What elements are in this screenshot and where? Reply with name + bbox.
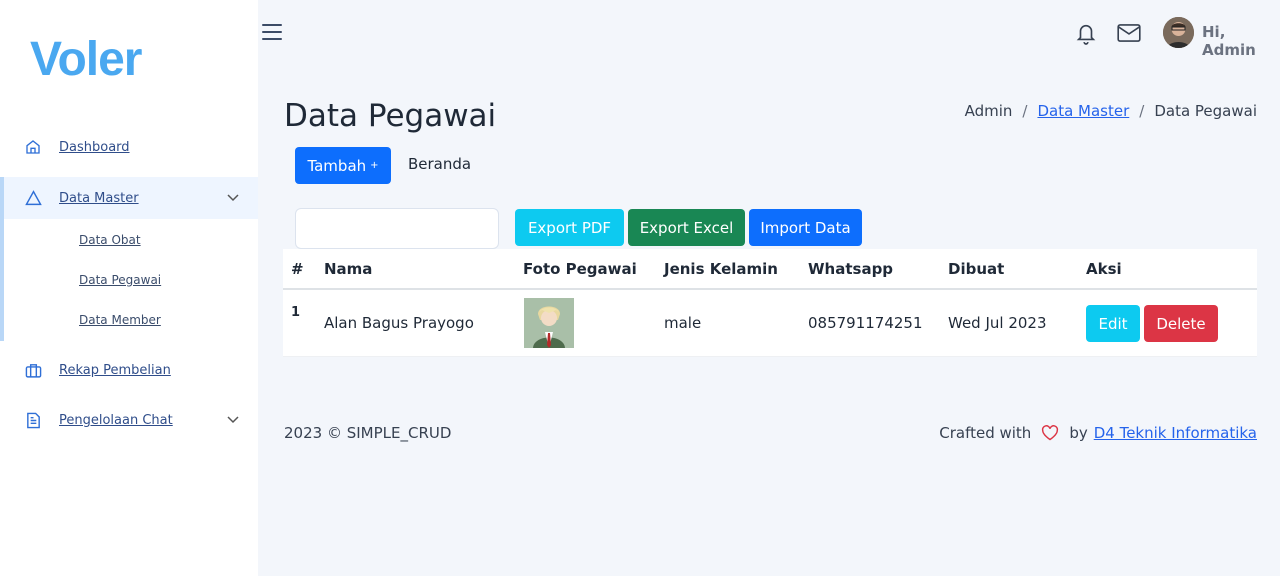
cell-jenis-kelamin: male [664,314,702,332]
chevron-down-icon [226,191,240,205]
app-logo[interactable]: Voler [30,30,142,90]
import-data-button[interactable]: Import Data [749,209,862,246]
table-header: # Nama Foto Pegawai Jenis Kelamin Whatsa… [283,249,1257,290]
column-header-whatsapp: Whatsapp [808,260,894,278]
breadcrumb-item-current: Data Pegawai [1154,102,1257,120]
user-greeting[interactable]: Hi, Admin [1202,23,1280,59]
avatar[interactable] [1163,17,1194,48]
submenu-item-data-obat[interactable]: Data Obat [79,233,141,247]
sidebar: Voler Dashboard Data Master Data Obat Da… [0,0,258,576]
table-row: 1 Alan Bagus Prayogo male 085791174251 W… [283,290,1257,357]
sidebar-item-rekap-pembelian[interactable]: Rekap Pembelian [0,349,258,391]
footer-by-text: by [1069,424,1088,442]
search-input[interactable] [295,208,499,249]
cell-whatsapp: 085791174251 [808,314,923,332]
heart-icon [1041,425,1059,441]
column-header-aksi: Aksi [1086,260,1122,278]
footer-copyright: 2023 © SIMPLE_CRUD [284,424,452,442]
sidebar-item-data-master[interactable]: Data Master [0,177,258,219]
cell-dibuat: Wed Jul 2023 [948,314,1047,332]
cell-no: 1 [291,305,301,320]
bell-icon[interactable] [1073,20,1099,46]
add-button[interactable]: Tambah + [295,147,391,184]
add-button-label: Tambah [307,156,367,175]
column-header-nama: Nama [324,260,373,278]
column-header-foto: Foto Pegawai [523,260,637,278]
active-indicator [0,177,4,341]
file-text-icon [24,411,42,429]
column-header-no: # [291,260,304,278]
triangle-icon [24,189,42,207]
breadcrumb: Admin / Data Master / Data Pegawai [965,102,1257,120]
edit-button[interactable]: Edit [1086,305,1140,342]
sidebar-item-pengelolaan-chat[interactable]: Pengelolaan Chat [0,399,258,441]
cell-nama: Alan Bagus Prayogo [324,314,474,332]
home-icon [24,138,42,156]
chevron-down-icon [226,413,240,427]
sidebar-item-dashboard[interactable]: Dashboard [0,126,258,168]
home-link[interactable]: Beranda [408,155,471,173]
briefcase-icon [24,361,42,379]
column-header-dibuat: Dibuat [948,260,1005,278]
employee-photo [524,298,574,348]
submenu-item-data-pegawai[interactable]: Data Pegawai [79,273,161,287]
plus-icon: + [370,160,379,171]
mail-icon[interactable] [1116,20,1142,46]
breadcrumb-link-data-master[interactable]: Data Master [1037,102,1129,120]
column-header-jenis-kelamin: Jenis Kelamin [664,260,778,278]
breadcrumb-item-admin: Admin [964,102,1013,120]
breadcrumb-separator: / [1022,102,1028,120]
footer-crafted-text: Crafted with [939,424,1032,442]
breadcrumb-separator: / [1139,102,1145,120]
sidebar-item-label: Pengelolaan Chat [59,412,173,428]
export-pdf-button[interactable]: Export PDF [515,209,624,246]
page-title: Data Pegawai [284,98,497,134]
delete-button[interactable]: Delete [1144,305,1218,342]
menu-toggle-icon[interactable] [262,24,282,42]
footer-credits: Crafted with by D4 Teknik Informatika [939,424,1257,442]
sidebar-item-label: Data Master [59,190,139,206]
submenu-item-data-member[interactable]: Data Member [79,313,161,327]
sidebar-item-label: Rekap Pembelian [59,362,171,378]
export-excel-button[interactable]: Export Excel [628,209,745,246]
footer-author-link[interactable]: D4 Teknik Informatika [1094,424,1257,442]
sidebar-item-label: Dashboard [59,139,130,155]
employee-table: # Nama Foto Pegawai Jenis Kelamin Whatsa… [283,249,1257,357]
